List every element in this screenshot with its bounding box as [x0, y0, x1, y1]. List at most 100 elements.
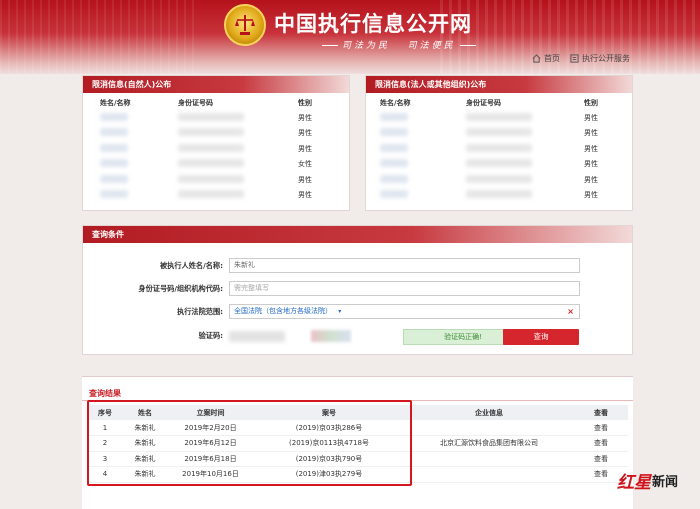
blurred-name: [100, 159, 128, 168]
blurred-name: [380, 190, 408, 199]
id-row: 身份证号码/组织机构代码: 需完整填写: [83, 281, 580, 296]
captcha-input[interactable]: [229, 330, 285, 342]
row-company: 北京汇源饮料食品集团有限公司: [404, 435, 574, 452]
list-row[interactable]: 男性: [366, 141, 632, 157]
col-gender: 性别: [298, 99, 312, 107]
site-slogan: 司法为民 司法便民: [318, 38, 480, 51]
watermark-red: 红星: [617, 473, 651, 493]
court-emblem-icon: [224, 4, 266, 46]
row-company: [404, 451, 574, 467]
news-watermark-logo: 红星 新闻: [617, 468, 678, 493]
gender-cell: 男性: [298, 191, 312, 200]
gender-cell: 男性: [584, 129, 598, 138]
list-row[interactable]: 男性: [366, 157, 632, 173]
list-row[interactable]: 女性: [83, 157, 349, 173]
id-input[interactable]: 需完整填写: [229, 281, 580, 296]
view-link[interactable]: 查看: [574, 451, 628, 467]
gender-cell: 男性: [298, 144, 312, 153]
code-label: 验证码:: [198, 331, 223, 340]
name-row: 被执行人姓名/名称: 朱新礼: [83, 258, 580, 273]
blurred-name: [100, 190, 128, 199]
slogan-left: 司法为民: [342, 41, 391, 51]
home-icon: [532, 54, 541, 63]
col-name: 姓名/名称: [100, 99, 131, 107]
blurred-name: [380, 112, 408, 121]
site-title: 中国执行信息公开网: [274, 11, 472, 36]
view-link[interactable]: 查看: [574, 435, 628, 452]
blurred-name: [100, 112, 128, 121]
panel-title: 限消信息(法人或其他组织)公布: [366, 76, 632, 93]
blurred-name: [100, 128, 128, 137]
blurred-name: [100, 174, 128, 183]
query-form-title: 查询条件: [83, 226, 632, 243]
id-label: 身份证号码/组织机构代码:: [138, 283, 223, 293]
col-id: 身份证号码: [466, 99, 501, 107]
blurred-id: [466, 128, 532, 137]
gender-cell: 男性: [584, 175, 598, 184]
col-view: 查看: [574, 405, 628, 420]
results-title: 查询结果: [89, 389, 121, 398]
list-row[interactable]: 男性: [83, 126, 349, 142]
col-id: 身份证号码: [178, 99, 213, 107]
slogan-right: 司法便民: [407, 41, 456, 51]
nav-home-label: 首页: [544, 54, 560, 63]
gender-cell: 男性: [298, 129, 312, 138]
view-link[interactable]: 查看: [574, 420, 628, 436]
service-icon: [570, 54, 579, 63]
list-row[interactable]: 男性: [83, 110, 349, 126]
panel-title: 限消信息(自然人)公布: [83, 76, 349, 93]
list-row[interactable]: 男性: [83, 172, 349, 188]
blurred-id: [466, 159, 532, 168]
search-button[interactable]: 查询: [503, 329, 579, 345]
name-label: 被执行人姓名/名称:: [159, 260, 223, 270]
blurred-id: [466, 112, 532, 121]
list-row[interactable]: 男性: [366, 110, 632, 126]
captcha-image[interactable]: [311, 330, 351, 342]
row-company: [404, 466, 574, 483]
top-nav: 首页 执行公开服务: [532, 53, 630, 64]
blurred-id: [466, 174, 532, 183]
gender-cell: 男性: [584, 144, 598, 153]
list-row[interactable]: 男性: [366, 126, 632, 142]
nav-exec-service[interactable]: 执行公开服务: [570, 53, 630, 64]
name-input[interactable]: 朱新礼: [229, 258, 580, 273]
col-gender: 性别: [584, 99, 598, 107]
blurred-id: [178, 128, 244, 137]
gender-cell: 男性: [584, 191, 598, 200]
restriction-table: 姓名/名称 身份证号码 性别 男性 男性 男性 女性 男性 男性: [83, 96, 349, 203]
blurred-name: [380, 143, 408, 152]
list-row[interactable]: 男性: [83, 188, 349, 204]
restriction-table: 姓名/名称 身份证号码 性别 男性 男性 男性 男性 男性 男性: [366, 96, 632, 203]
nav-exec-service-label: 执行公开服务: [582, 54, 630, 63]
blurred-id: [178, 190, 244, 199]
blurred-name: [380, 128, 408, 137]
chevron-down-icon: ▾: [338, 308, 342, 315]
blurred-id: [466, 190, 532, 199]
clear-icon[interactable]: ×: [567, 305, 574, 318]
gender-cell: 男性: [584, 113, 598, 122]
court-row: 执行法院范围: 全国法院（包含地方各级法院） ▾ ×: [83, 304, 580, 319]
list-row[interactable]: 男性: [366, 188, 632, 204]
blurred-id: [466, 143, 532, 152]
list-row[interactable]: 男性: [366, 172, 632, 188]
col-name: 姓名/名称: [380, 99, 411, 107]
watermark-black: 新闻: [652, 475, 679, 490]
gender-cell: 男性: [298, 113, 312, 122]
gender-cell: 男性: [584, 160, 598, 169]
blurred-id: [178, 159, 244, 168]
blurred-id: [178, 143, 244, 152]
col-company: 企业信息: [404, 405, 574, 420]
site-header: 中国执行信息公开网 司法为民 司法便民 首页 执行公开服务: [0, 0, 700, 74]
court-select-value: 全国法院（包含地方各级法院）: [234, 307, 332, 315]
highlight-annotation-box: [87, 400, 412, 486]
nav-home[interactable]: 首页: [532, 53, 560, 64]
row-company: [404, 420, 574, 436]
blurred-name: [380, 174, 408, 183]
blurred-id: [178, 174, 244, 183]
blurred-name: [380, 159, 408, 168]
restriction-list-natural-person: 限消信息(自然人)公布 姓名/名称 身份证号码 性别 男性 男性 男性 女性 男…: [82, 75, 350, 211]
court-select[interactable]: 全国法院（包含地方各级法院） ▾ ×: [229, 304, 580, 319]
court-label: 执行法院范围:: [177, 306, 223, 316]
header-building-bg-left: [0, 0, 200, 74]
list-row[interactable]: 男性: [83, 141, 349, 157]
